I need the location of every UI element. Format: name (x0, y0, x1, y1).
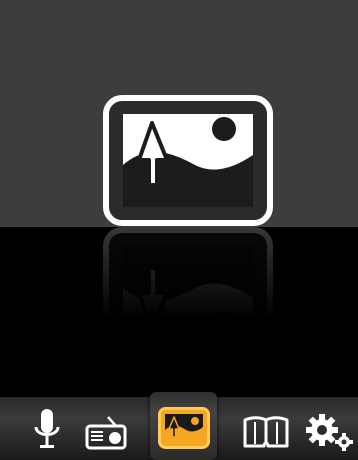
device-screen (0, 0, 358, 460)
menu-item-ebook[interactable] (240, 410, 292, 454)
menu-item-pictures[interactable] (155, 402, 213, 454)
menu-item-radio[interactable] (82, 410, 130, 454)
book-icon (243, 416, 289, 448)
picture-icon-large (103, 95, 273, 226)
gear-icon (306, 414, 353, 451)
picture-icon (158, 407, 210, 449)
menu-item-settings[interactable] (304, 410, 358, 454)
picture-icon-reflection (103, 227, 273, 358)
radio-icon (85, 416, 127, 450)
microphone-icon (34, 409, 60, 448)
menu-item-voice[interactable] (28, 405, 66, 455)
